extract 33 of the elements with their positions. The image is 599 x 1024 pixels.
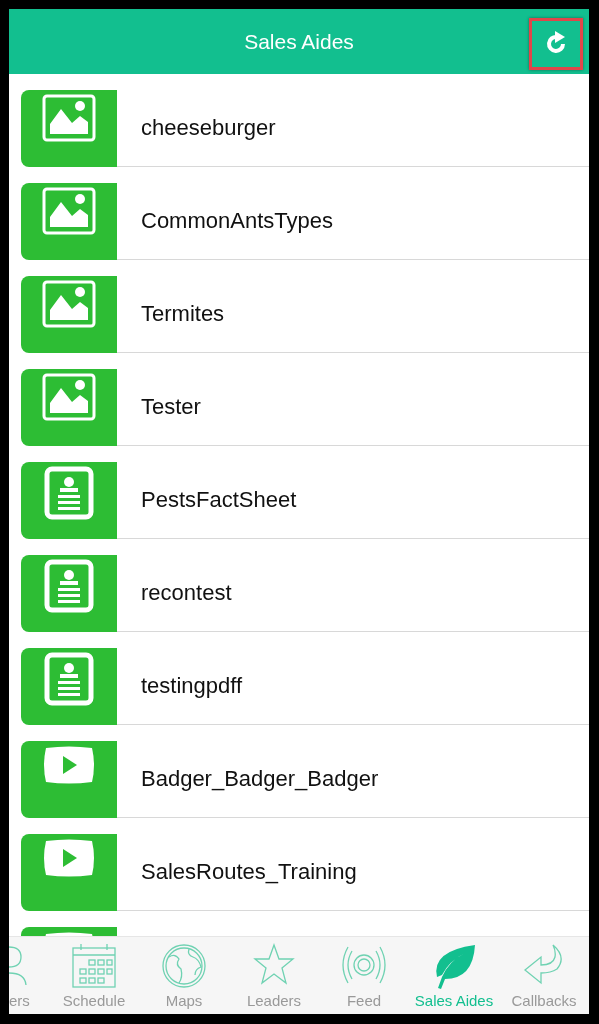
item-title[interactable]: Badger_Badger_Badger xyxy=(141,765,379,792)
image-icon xyxy=(42,373,96,421)
item-title[interactable]: PestsFactSheet xyxy=(141,486,297,513)
play-icon xyxy=(42,745,96,785)
file-type-tile[interactable] xyxy=(21,555,117,632)
item-title[interactable]: recontest xyxy=(141,579,232,606)
item-title[interactable]: SalesRoutes_Training xyxy=(141,858,357,885)
item-title[interactable]: Termites xyxy=(141,300,225,327)
file-type-tile[interactable] xyxy=(21,462,117,539)
screen-title: Sales Aides xyxy=(244,29,354,54)
refresh-button[interactable] xyxy=(529,18,583,70)
item-title[interactable]: cheeseburger xyxy=(141,114,276,141)
file-type-tile[interactable] xyxy=(21,276,117,353)
file-type-tile[interactable] xyxy=(21,741,117,818)
calendar-icon xyxy=(71,943,117,989)
file-type-tile[interactable] xyxy=(21,369,117,446)
play-icon xyxy=(42,838,96,878)
file-type-tile[interactable] xyxy=(21,90,117,167)
globe-icon xyxy=(161,943,207,989)
file-type-tile[interactable] xyxy=(21,648,117,725)
image-icon xyxy=(42,94,96,142)
person-icon xyxy=(9,943,27,987)
file-type-tile[interactable] xyxy=(21,183,117,260)
document-icon xyxy=(44,559,94,613)
item-title[interactable]: testingpdff xyxy=(141,672,243,699)
document-icon xyxy=(44,652,94,706)
image-icon xyxy=(42,187,96,235)
item-title[interactable]: Tester xyxy=(141,393,201,420)
file-type-tile[interactable] xyxy=(21,834,117,911)
image-icon xyxy=(42,280,96,328)
star-icon xyxy=(253,943,295,985)
item-title[interactable]: CommonAntsTypes xyxy=(141,207,333,234)
document-icon xyxy=(44,466,94,520)
